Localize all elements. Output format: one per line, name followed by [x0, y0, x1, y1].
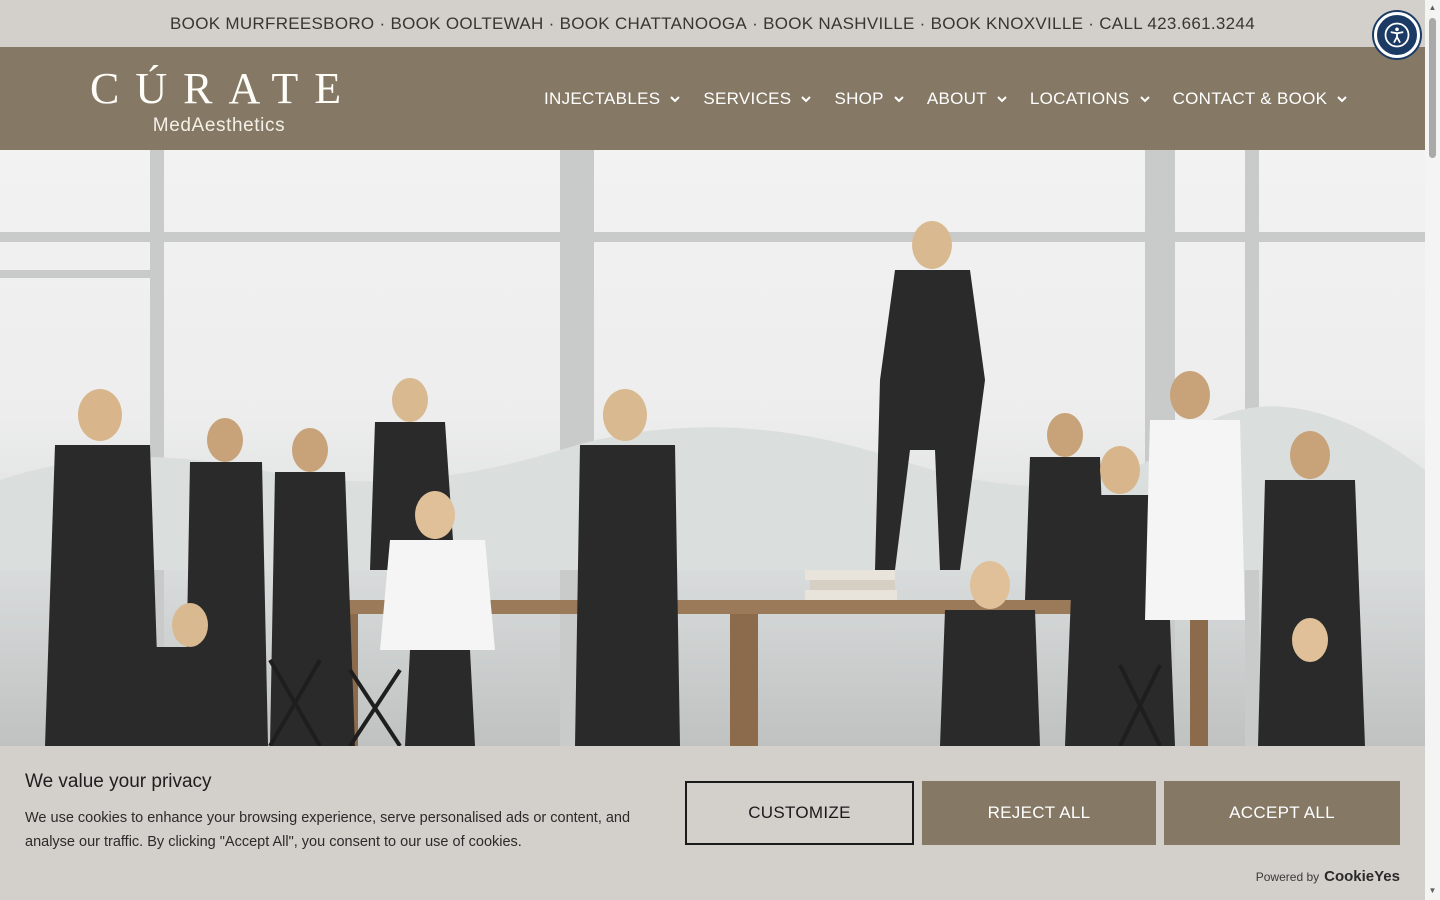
scrollbar-thumb[interactable]	[1429, 18, 1436, 158]
nav-injectables[interactable]: INJECTABLES	[544, 89, 681, 109]
reject-all-button[interactable]: REJECT ALL	[922, 781, 1156, 845]
nav-services[interactable]: SERVICES	[703, 89, 812, 109]
site-logo[interactable]: CÚRATE MedAesthetics	[82, 67, 356, 137]
cookieyes-logo[interactable]: CookieYes	[1324, 868, 1400, 885]
cookie-description: We use cookies to enhance your browsing …	[25, 810, 631, 850]
separator: ·	[374, 13, 391, 33]
separator: ·	[747, 13, 764, 33]
nav-label: INJECTABLES	[544, 88, 661, 108]
powered-by: Powered by CookieYes	[1256, 868, 1400, 885]
scroll-down-icon[interactable]: ▼	[1428, 886, 1437, 895]
nav-label: SERVICES	[703, 88, 792, 108]
book-nashville-link[interactable]: BOOK NASHVILLE	[763, 14, 915, 34]
logo-brand-text: CÚRATE	[90, 64, 358, 113]
team-photo-image	[0, 150, 1425, 746]
cookie-consent-banner: We value your privacy We use cookies to …	[0, 746, 1425, 900]
accessibility-icon	[1384, 22, 1410, 48]
nav-about[interactable]: ABOUT	[927, 89, 1008, 109]
separator: ·	[543, 13, 560, 33]
nav-label: CONTACT & BOOK	[1172, 88, 1328, 108]
nav-shop[interactable]: SHOP	[834, 89, 904, 109]
chevron-down-icon	[893, 93, 905, 105]
chevron-down-icon	[1139, 93, 1151, 105]
main-nav: INJECTABLES SERVICES SHOP ABOUT LOCATION…	[544, 47, 1370, 150]
separator: ·	[1083, 13, 1100, 33]
top-announcement-bar: BOOK MURFREESBORO · BOOK OOLTEWAH · BOOK…	[0, 0, 1425, 47]
book-ooltewah-link[interactable]: BOOK OOLTEWAH	[390, 14, 543, 34]
book-knoxville-link[interactable]: BOOK KNOXVILLE	[931, 14, 1084, 34]
chevron-down-icon	[996, 93, 1008, 105]
powered-by-label: Powered by	[1255, 870, 1320, 884]
site-header: CÚRATE MedAesthetics INJECTABLES SERVICE…	[0, 47, 1425, 150]
nav-label: LOCATIONS	[1029, 88, 1130, 108]
nav-locations[interactable]: LOCATIONS	[1030, 89, 1151, 109]
call-phone-link[interactable]: CALL 423.661.3244	[1099, 14, 1255, 34]
nav-label: SHOP	[834, 88, 884, 108]
scroll-up-icon[interactable]: ▲	[1428, 3, 1437, 12]
chevron-down-icon	[669, 93, 681, 105]
separator: ·	[914, 13, 931, 33]
customize-button[interactable]: CUSTOMIZE	[685, 781, 914, 845]
nav-contact-book[interactable]: CONTACT & BOOK	[1173, 89, 1349, 109]
logo-subtitle: MedAesthetics	[152, 115, 286, 136]
chevron-down-icon	[800, 93, 812, 105]
accept-all-button[interactable]: ACCEPT ALL	[1164, 781, 1400, 845]
book-chattanooga-link[interactable]: BOOK CHATTANOOGA	[560, 14, 747, 34]
accessibility-button[interactable]	[1374, 12, 1420, 58]
hero-team-photo	[0, 150, 1425, 746]
nav-label: ABOUT	[926, 88, 987, 108]
cookie-title: We value your privacy	[25, 771, 212, 792]
chevron-down-icon	[1336, 93, 1348, 105]
page-scrollbar[interactable]: ▲ ▼	[1425, 0, 1440, 900]
book-murfreesboro-link[interactable]: BOOK MURFREESBORO	[170, 14, 374, 34]
